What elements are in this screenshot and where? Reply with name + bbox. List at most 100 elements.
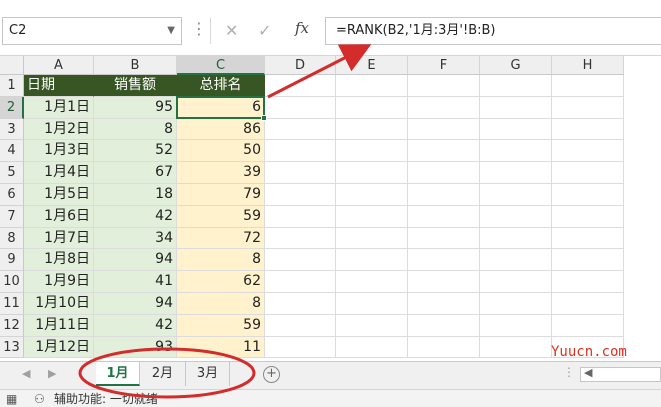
empty-cell[interactable] [552, 184, 624, 206]
add-sheet-button[interactable]: + [263, 366, 280, 383]
cell-date[interactable]: 1月4日 [24, 162, 94, 184]
empty-cell[interactable] [480, 336, 552, 359]
empty-cell[interactable] [552, 140, 624, 163]
empty-cell[interactable] [265, 336, 336, 359]
cell-rank[interactable]: 72 [177, 227, 265, 250]
empty-cell[interactable] [408, 314, 480, 337]
cell-rank[interactable]: 11 [177, 336, 265, 359]
empty-cell[interactable] [480, 249, 552, 272]
empty-cell[interactable] [408, 249, 480, 272]
row-header-6[interactable]: 6 [0, 184, 24, 206]
cell-sales[interactable]: 67 [94, 162, 177, 184]
cell-sales[interactable]: 94 [94, 249, 177, 272]
row-header-13[interactable]: 13 [0, 336, 24, 359]
column-header-g[interactable]: G [480, 56, 552, 75]
empty-cell[interactable] [552, 314, 624, 337]
empty-cell[interactable] [408, 293, 480, 315]
empty-cell[interactable] [408, 205, 480, 228]
row-header-10[interactable]: 10 [0, 271, 24, 293]
cell-sales[interactable]: 42 [94, 205, 177, 228]
cancel-icon[interactable]: ✕ [225, 17, 238, 45]
empty-cell[interactable] [408, 118, 480, 141]
empty-cell[interactable] [265, 293, 336, 315]
row-header-7[interactable]: 7 [0, 205, 24, 228]
empty-cell[interactable] [480, 271, 552, 293]
empty-cell[interactable] [480, 140, 552, 163]
formula-input[interactable]: =RANK(B2,'1月:3月'!B:B) [325, 17, 661, 45]
column-header-b[interactable]: B [94, 56, 177, 75]
cell-date[interactable]: 1月5日 [24, 184, 94, 206]
row-header-5[interactable]: 5 [0, 162, 24, 184]
column-header-e[interactable]: E [336, 56, 408, 75]
scroll-left-icon[interactable]: ◀ [22, 367, 30, 380]
row-header-8[interactable]: 8 [0, 227, 24, 250]
cell-rank[interactable]: 8 [177, 293, 265, 315]
empty-cell[interactable] [408, 96, 480, 119]
cell-date[interactable]: 1月2日 [24, 118, 94, 141]
cell-date[interactable]: 1月11日 [24, 314, 94, 337]
empty-cell[interactable] [480, 118, 552, 141]
header-cell-c[interactable]: 总排名 [177, 75, 265, 97]
row-header-3[interactable]: 3 [0, 118, 24, 141]
empty-cell[interactable] [480, 293, 552, 315]
cell-sales[interactable]: 94 [94, 293, 177, 315]
empty-cell[interactable] [408, 184, 480, 206]
empty-cell[interactable] [480, 314, 552, 337]
empty-cell[interactable] [336, 314, 408, 337]
empty-cell[interactable] [480, 227, 552, 250]
empty-cell[interactable] [408, 336, 480, 359]
empty-cell[interactable] [336, 162, 408, 184]
cell-rank[interactable]: 62 [177, 271, 265, 293]
cell-rank[interactable]: 86 [177, 118, 265, 141]
empty-cell[interactable] [265, 162, 336, 184]
cell-date[interactable]: 1月3日 [24, 140, 94, 163]
empty-cell[interactable] [265, 205, 336, 228]
cell-sales[interactable]: 34 [94, 227, 177, 250]
accessibility-icon[interactable]: ⚇ [34, 390, 45, 407]
sheet-tab-1[interactable]: 1月 [96, 362, 140, 386]
empty-cell[interactable] [336, 96, 408, 119]
cell-date[interactable]: 1月12日 [24, 336, 94, 359]
empty-cell[interactable] [552, 75, 624, 97]
cell-rank[interactable]: 79 [177, 184, 265, 206]
column-header-a[interactable]: A [24, 56, 94, 75]
column-header-f[interactable]: F [408, 56, 480, 75]
column-header-d[interactable]: D [265, 56, 336, 75]
row-header-11[interactable]: 11 [0, 293, 24, 315]
cell-sales[interactable]: 8 [94, 118, 177, 141]
empty-cell[interactable] [336, 271, 408, 293]
row-header-4[interactable]: 4 [0, 140, 24, 163]
empty-cell[interactable] [265, 96, 336, 119]
empty-cell[interactable] [552, 249, 624, 272]
empty-cell[interactable] [265, 75, 336, 97]
empty-cell[interactable] [552, 205, 624, 228]
cell-date[interactable]: 1月6日 [24, 205, 94, 228]
empty-cell[interactable] [336, 75, 408, 97]
empty-cell[interactable] [408, 75, 480, 97]
row-header-2[interactable]: 2 [0, 96, 24, 119]
empty-cell[interactable] [336, 293, 408, 315]
cell-date[interactable]: 1月7日 [24, 227, 94, 250]
empty-cell[interactable] [408, 227, 480, 250]
empty-cell[interactable] [336, 205, 408, 228]
empty-cell[interactable] [265, 227, 336, 250]
cell-rank[interactable]: 59 [177, 314, 265, 337]
header-cell-b[interactable]: 销售额 [94, 75, 177, 97]
column-header-h[interactable]: H [552, 56, 624, 75]
cell-sales[interactable]: 42 [94, 314, 177, 337]
empty-cell[interactable] [408, 140, 480, 163]
cell-sales[interactable]: 95 [94, 96, 177, 119]
empty-cell[interactable] [552, 227, 624, 250]
sheet-tab-2[interactable]: 2月 [140, 362, 186, 386]
empty-cell[interactable] [336, 336, 408, 359]
cell-date[interactable]: 1月10日 [24, 293, 94, 315]
enter-icon[interactable]: ✓ [258, 17, 271, 45]
cell-date[interactable]: 1月9日 [24, 271, 94, 293]
empty-cell[interactable] [552, 96, 624, 119]
empty-cell[interactable] [480, 205, 552, 228]
header-cell-a[interactable]: 日期 [24, 75, 94, 97]
empty-cell[interactable] [265, 140, 336, 163]
scroll-right-icon[interactable]: ▶ [48, 367, 56, 380]
empty-cell[interactable] [265, 314, 336, 337]
empty-cell[interactable] [336, 140, 408, 163]
